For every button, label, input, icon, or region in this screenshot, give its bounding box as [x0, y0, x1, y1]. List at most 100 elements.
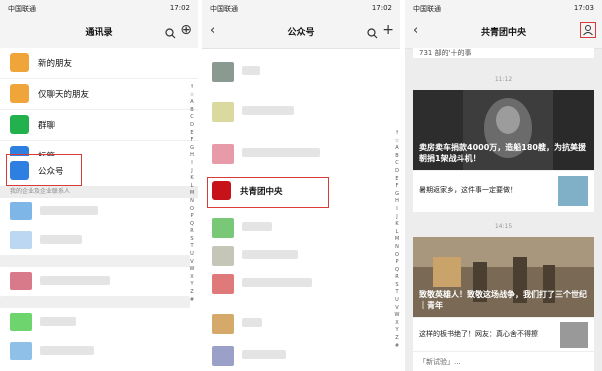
index-letter[interactable]: Y	[188, 281, 196, 289]
index-letter[interactable]: ↑	[393, 130, 400, 138]
article-headline: 卖房卖车捐款4000万，造船180艘，为抗美援朝捐1架战斗机！	[419, 143, 586, 163]
highlight-box	[6, 154, 82, 186]
section-header	[0, 255, 190, 267]
list-item-chat-only[interactable]: 仅聊天的朋友	[0, 79, 198, 110]
list-item-label: 仅聊天的朋友	[38, 90, 90, 100]
add-icon[interactable]: ⊕	[180, 23, 192, 37]
avatar	[10, 342, 32, 360]
index-letter[interactable]: A	[188, 99, 196, 107]
index-letter[interactable]: X	[393, 320, 400, 328]
account-name	[242, 350, 286, 359]
index-letter[interactable]: C	[188, 114, 196, 122]
index-letter[interactable]: R	[393, 274, 400, 282]
index-letter[interactable]: G	[393, 191, 400, 199]
account-name	[242, 222, 272, 231]
search-icon[interactable]	[165, 24, 176, 43]
index-letter[interactable]: C	[393, 160, 400, 168]
index-letter[interactable]: #	[393, 343, 400, 351]
index-letter[interactable]: W	[393, 312, 400, 320]
index-letter[interactable]: D	[393, 168, 400, 176]
index-letter[interactable]: O	[188, 206, 196, 214]
account-messages-panel: 中国联通 17:03 ‹ 共青团中央 731 部的'十的事 11:12 卖房卖车…	[405, 0, 602, 371]
sub-article-title: 这样的板书绝了！网友：真心舍不得擦	[419, 330, 538, 338]
search-icon[interactable]	[367, 24, 378, 43]
message-time: 11:12	[494, 76, 513, 83]
article-cover-image: 卖房卖车捐款4000万，造船180艘，为抗美援朝捐1架战斗机！	[413, 90, 594, 170]
index-letter[interactable]: H	[188, 152, 196, 160]
index-letter[interactable]: F	[188, 137, 196, 145]
index-letter[interactable]: D	[188, 122, 196, 130]
prev-message-snippet: 731 部的'十的事	[413, 48, 594, 58]
index-letter[interactable]: V	[188, 259, 196, 267]
index-letter[interactable]: ☆	[188, 92, 196, 100]
index-letter[interactable]: K	[393, 221, 400, 229]
index-letter[interactable]: M	[393, 236, 400, 244]
sub-article-title: 暑期返家乡，这件事一定要做！	[419, 186, 517, 194]
index-letter[interactable]: W	[188, 266, 196, 274]
profile-icon[interactable]	[580, 22, 596, 38]
index-letter[interactable]: K	[188, 175, 196, 183]
page-title: 共青团中央	[480, 28, 526, 38]
index-letter[interactable]: S	[393, 282, 400, 290]
index-letter[interactable]: N	[393, 244, 400, 252]
index-letter[interactable]: A	[393, 145, 400, 153]
index-letter[interactable]: L	[393, 229, 400, 237]
account-avatar	[212, 314, 234, 334]
contact-name	[40, 346, 94, 355]
section-header: 我的企业及企业联系人	[0, 186, 198, 198]
index-letter[interactable]: E	[188, 130, 196, 138]
official-accounts-panel: 中国联通 17:02 ‹ 公众号 + 共青团中央 ↑ ☆ A B C D E F G H I J K L M…	[202, 0, 400, 371]
index-letter[interactable]: B	[188, 107, 196, 115]
list-item-new-friends[interactable]: 新的朋友	[0, 48, 198, 79]
list-item-group-chat[interactable]: 群聊	[0, 110, 198, 141]
index-letter[interactable]: M	[188, 190, 196, 198]
index-letter[interactable]: H	[393, 198, 400, 206]
clock: 17:02	[371, 4, 392, 12]
new-friends-icon	[10, 53, 29, 72]
index-letter[interactable]: I	[188, 160, 196, 168]
index-letter[interactable]: Y	[393, 327, 400, 335]
index-letter[interactable]: P	[393, 259, 400, 267]
index-letter[interactable]: J	[393, 214, 400, 222]
index-letter[interactable]: U	[188, 251, 196, 259]
index-letter[interactable]: T	[393, 289, 400, 297]
nav-bar: ‹ 公众号 +	[202, 16, 400, 49]
index-letter[interactable]: Q	[188, 221, 196, 229]
index-letter[interactable]: E	[393, 176, 400, 184]
sub-article[interactable]: 这样的板书绝了！网友：真心舍不得擦	[413, 317, 594, 352]
index-letter[interactable]: G	[188, 145, 196, 153]
index-letter[interactable]: J	[188, 168, 196, 176]
index-letter[interactable]: ↑	[188, 84, 196, 92]
index-letter[interactable]: Z	[188, 289, 196, 297]
nav-bar: ‹ 共青团中央	[405, 16, 602, 49]
article-card[interactable]: 卖房卖车捐款4000万，造船180艘，为抗美援朝捐1架战斗机！ 暑期返家乡，这件…	[413, 90, 594, 212]
section-header	[0, 296, 190, 308]
chat-only-icon	[10, 84, 29, 103]
article-card[interactable]: 致敬英雄人！致敬这场战争，我们打了三个世纪｜青年 这样的板书绝了！网友：真心舍不…	[413, 237, 594, 371]
index-letter[interactable]: P	[188, 213, 196, 221]
sub-article[interactable]: 暑期返家乡，这件事一定要做！	[413, 170, 594, 211]
index-letter[interactable]: ☆	[393, 138, 400, 146]
index-letter[interactable]: Z	[393, 335, 400, 343]
index-letter[interactable]: N	[188, 198, 196, 206]
article-headline: 致敬英雄人！致敬这场战争，我们打了三个世纪｜青年	[419, 290, 587, 310]
sub-article[interactable]: 「新试验」...	[413, 351, 594, 371]
status-bar: 中国联通 17:03	[405, 0, 602, 16]
index-letter[interactable]: U	[393, 297, 400, 305]
index-letter[interactable]: X	[188, 274, 196, 282]
index-letter[interactable]: O	[393, 252, 400, 260]
index-letter[interactable]: S	[188, 236, 196, 244]
index-letter[interactable]: T	[188, 243, 196, 251]
index-letter[interactable]: Q	[393, 267, 400, 275]
index-letter[interactable]: I	[393, 206, 400, 214]
account-avatar	[212, 246, 234, 266]
index-letter[interactable]: #	[188, 297, 196, 305]
alphabet-index[interactable]: ↑ ☆ A B C D E F G H I J K L M N O P Q R S T U V W X Y Z #	[188, 84, 196, 304]
alphabet-index[interactable]: ↑ ☆ A B C D E F G H I J K L M N O P Q R S T U V W X Y Z #	[393, 130, 400, 350]
index-letter[interactable]: L	[188, 183, 196, 191]
index-letter[interactable]: R	[188, 228, 196, 236]
add-icon[interactable]: +	[382, 23, 394, 37]
index-letter[interactable]: B	[393, 153, 400, 161]
index-letter[interactable]: V	[393, 305, 400, 313]
index-letter[interactable]: F	[393, 183, 400, 191]
